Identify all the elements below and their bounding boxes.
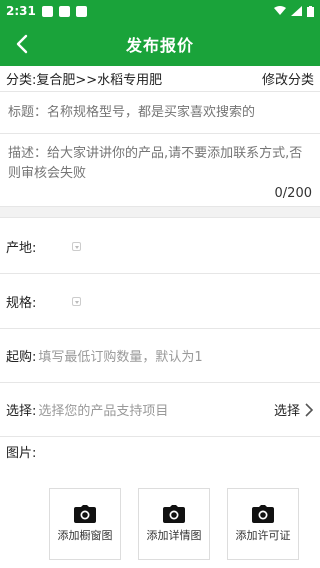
status-time: 2:31	[6, 4, 36, 18]
signal-icon	[291, 6, 302, 16]
picture-tiles: 添加橱窗图 添加详情图 添加许可证	[49, 488, 299, 560]
title-field-container	[0, 92, 320, 134]
page-title: 发布报价	[125, 36, 194, 55]
camera-icon	[74, 505, 96, 523]
origin-label: 产地:	[6, 240, 37, 256]
battery-icon	[307, 5, 314, 17]
wifi-icon	[274, 6, 286, 15]
moq-input[interactable]: 填写最低订购数量，默认为1	[38, 346, 202, 365]
title-input[interactable]	[8, 105, 312, 120]
sim-alert-icon	[75, 5, 87, 17]
add-showcase-image-button[interactable]: 添加橱窗图	[49, 488, 121, 560]
description-input[interactable]	[8, 144, 312, 188]
tile-label: 添加许可证	[235, 529, 291, 542]
add-detail-image-button[interactable]: 添加详情图	[138, 488, 210, 560]
spec-row[interactable]: 规格:	[0, 274, 320, 329]
options-placeholder: 选择您的产品支持项目	[38, 404, 169, 419]
origin-row[interactable]: 产地:	[0, 219, 320, 274]
camera-icon	[163, 505, 185, 523]
description-container	[0, 134, 320, 206]
category-text: 分类:复合肥>>水稻专用肥	[6, 73, 163, 88]
tile-label: 添加橱窗图	[57, 529, 113, 542]
add-license-image-button[interactable]: 添加许可证	[227, 488, 299, 560]
pictures-label: 图片:	[6, 446, 37, 461]
modify-category-button[interactable]: 修改分类	[262, 69, 314, 88]
app-bar: 发布报价	[0, 22, 320, 66]
moq-row[interactable]: 起购: 填写最低订购数量，默认为1	[0, 329, 320, 383]
options-label: 选择:	[6, 404, 37, 419]
spec-dropdown[interactable]	[72, 296, 82, 306]
description-counter: 0/200	[274, 186, 312, 201]
back-arrow-icon	[16, 34, 28, 54]
image-icon	[58, 5, 70, 17]
options-select-button[interactable]: 选择	[274, 400, 314, 419]
section-divider	[0, 206, 320, 218]
spec-label: 规格:	[6, 295, 37, 311]
category-row: 分类:复合肥>>水稻专用肥 修改分类	[0, 66, 320, 92]
chevron-right-icon	[305, 402, 314, 417]
origin-dropdown[interactable]	[72, 241, 82, 251]
status-bar: 2:31	[0, 0, 320, 22]
image-icon	[41, 5, 53, 17]
moq-label: 起购:	[6, 350, 37, 365]
options-select-label: 选择	[273, 404, 300, 419]
back-button[interactable]	[8, 30, 36, 58]
tile-label: 添加详情图	[146, 529, 202, 542]
options-row[interactable]: 选择: 选择您的产品支持项目 选择	[0, 383, 320, 437]
camera-icon	[252, 505, 274, 523]
